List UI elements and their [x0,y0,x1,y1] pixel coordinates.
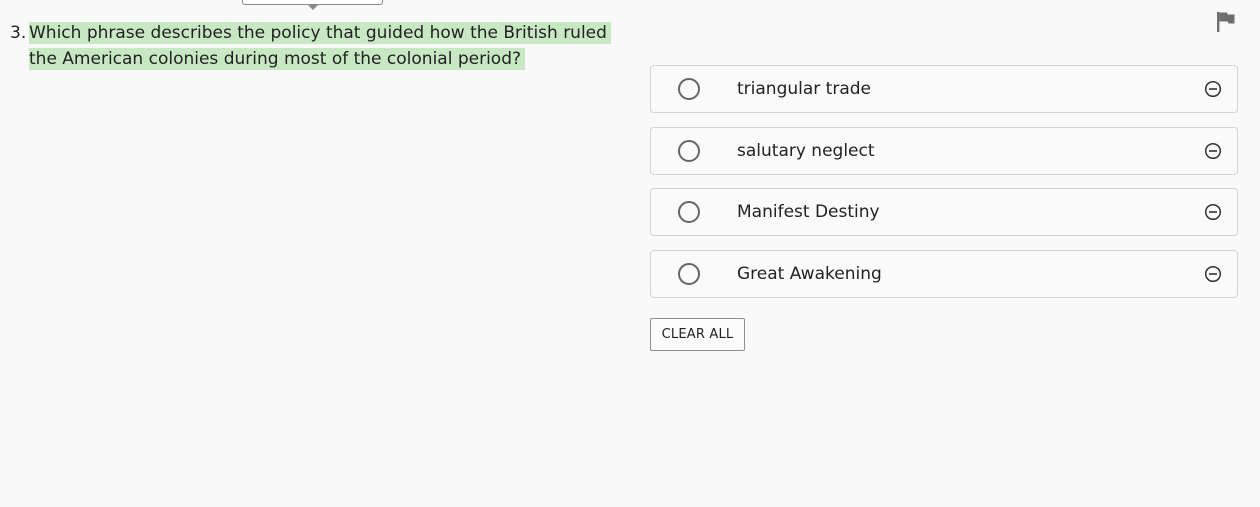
radio-button[interactable] [678,139,700,162]
radio-button[interactable] [678,262,700,285]
answer-option-label: Great Awakening [737,263,882,284]
answer-option[interactable]: Great Awakening [650,249,1238,298]
tooltip-arrow [308,5,318,10]
eliminate-icon[interactable] [1204,203,1222,221]
answer-option-label: Manifest Destiny [737,202,880,222]
answer-option[interactable]: Manifest Destiny [650,188,1238,236]
radio-button[interactable] [678,78,700,100]
eliminate-icon[interactable] [1204,80,1222,98]
answer-option-label: salutary neglect [737,140,875,161]
flag-icon[interactable] [1216,11,1236,33]
answer-option[interactable]: triangular trade [650,65,1238,113]
answer-options: triangular trade salutary neglect Manife… [650,65,1238,311]
answer-option[interactable]: salutary neglect [650,126,1238,175]
eliminate-icon[interactable] [1204,265,1222,283]
answer-option-label: triangular trade [737,79,871,99]
question: 3. Which phrase describes the policy tha… [10,20,611,72]
tooltip-popup [242,0,383,10]
clear-all-button[interactable]: CLEAR ALL [650,318,745,351]
radio-button[interactable] [678,201,700,223]
eliminate-icon[interactable] [1204,142,1222,160]
question-number: 3. [10,23,27,43]
question-text: Which phrase describes the policy that g… [29,22,611,70]
